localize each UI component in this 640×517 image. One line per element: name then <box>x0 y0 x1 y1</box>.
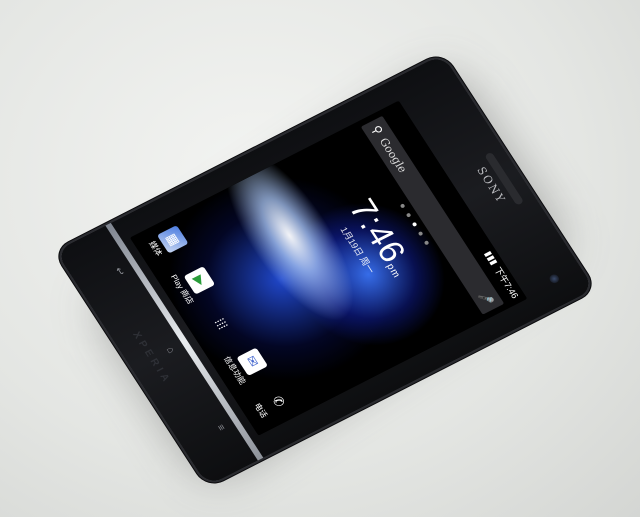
mic-icon[interactable]: 🎤 <box>477 290 496 307</box>
menu-key-icon[interactable]: ≡ <box>214 423 227 433</box>
dock-app-messaging[interactable]: ✉ 信息功能 <box>221 343 271 386</box>
home-key-icon[interactable]: ⌂ <box>164 345 177 355</box>
dock-app-phone[interactable]: ✆ 电话 <box>250 387 294 422</box>
search-icon[interactable]: ⚲ <box>369 123 386 137</box>
dock-app-play-store[interactable]: ▶ Play 商店 <box>168 261 219 306</box>
smartphone: SONY ▮▮▮ 下午7:46 ⚲ Google 🎤 7:46pm 1月19日 … <box>55 53 595 487</box>
signal-icon: ▮▮▮ <box>483 249 501 267</box>
back-key-icon[interactable]: ↩ <box>112 266 126 278</box>
dock-app-media[interactable]: ▦ 媒体 <box>145 225 189 260</box>
photo-stage: SONY ▮▮▮ 下午7:46 ⚲ Google 🎤 7:46pm 1月19日 … <box>0 0 640 517</box>
apps-grid-icon: ⁞⁞⁞ <box>211 315 231 332</box>
dock-app-drawer[interactable]: ⁞⁞⁞ <box>203 310 237 340</box>
